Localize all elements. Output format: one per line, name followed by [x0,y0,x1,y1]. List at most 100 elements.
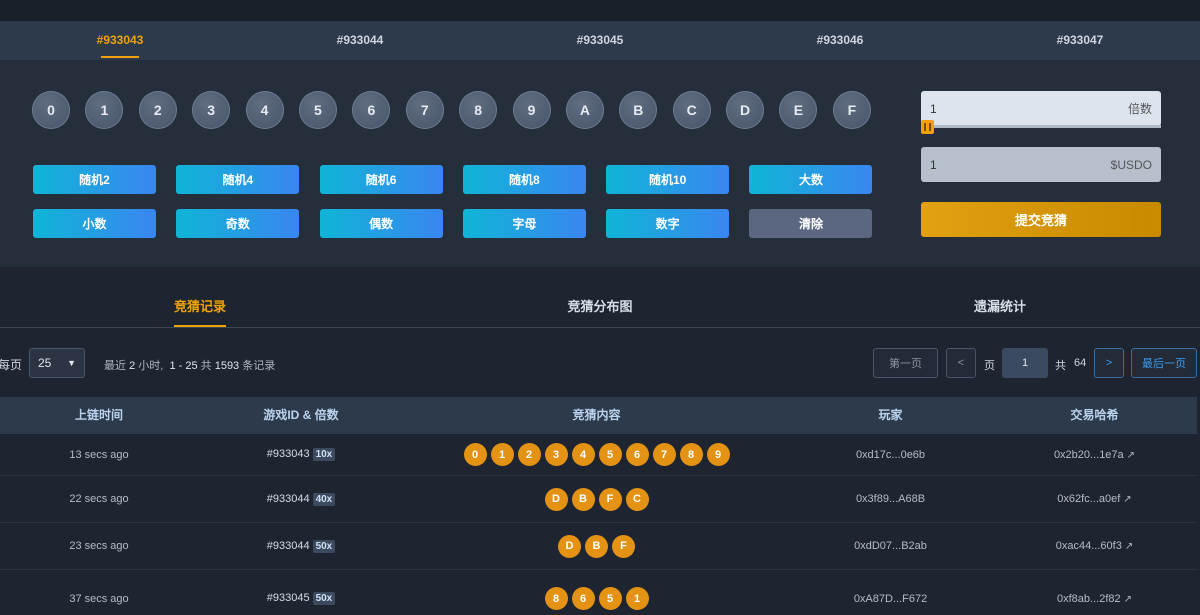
row-tx-hash[interactable]: 0xf8ab...2f82 [1057,593,1121,605]
digit-ball[interactable]: D [726,91,765,129]
record-tab[interactable]: 竞猜记录 [0,289,400,327]
top-strip [0,0,1200,21]
multiplier-suffix: 倍数 [1127,102,1152,116]
digit-ball[interactable]: 4 [245,91,284,129]
digit-ball[interactable]: 0 [32,91,70,129]
per-page-select[interactable]: 25 ▼ [29,348,85,378]
row-game-id[interactable]: #933043 [267,448,310,460]
quick-select-button[interactable]: 大数 [749,165,873,194]
row-bet-content: 8651 [404,587,789,610]
quick-select-button[interactable]: 小数 [33,209,156,238]
page-number-input[interactable]: 1 [1002,348,1048,378]
external-link-icon[interactable]: ↗ [1124,594,1132,605]
digit-ball[interactable]: 9 [512,91,551,129]
digit-ball[interactable]: 2 [138,91,177,129]
quick-select-button[interactable]: 随机2 [33,165,156,194]
row-multiplier-badge: 40x [312,492,336,506]
row-multiplier-badge: 50x [312,539,336,553]
table-row: 23 secs ago #933044 50x D B F 0xdD07...B2ab 0xa… [0,523,1197,570]
quick-select-button[interactable]: 随机10 [606,165,730,194]
row-tx-hash-cell: 0xf8ab...2f82 ↗ [992,593,1197,605]
bet-ball: C [625,487,649,511]
quick-select-button[interactable]: 随机8 [462,165,586,194]
prev-page-button[interactable]: < [946,348,976,378]
row-game-id[interactable]: #933044 [267,540,310,552]
game-tab[interactable]: #933043 [0,21,240,60]
bet-ball: F [598,487,622,511]
game-tab[interactable]: #933045 [480,21,720,60]
row-player[interactable]: 0xd17c...0e6b [789,449,992,461]
digit-picker: 0123456789ABCDEF [32,91,871,129]
row-player[interactable]: 0x3f89...A68B [789,493,992,505]
header-time[interactable]: 上链时间 [0,397,198,434]
quick-select-button[interactable]: 奇数 [176,209,300,238]
external-link-icon[interactable]: ↗ [1123,494,1131,505]
record-tab[interactable]: 竞猜分布图 [400,289,800,327]
row-tx-hash-cell: 0xac44...60f3 ↗ [992,540,1197,552]
amount-suffix: $USDO [1110,157,1152,172]
submit-bet-button[interactable]: 提交竞猜 [921,202,1161,237]
digit-ball[interactable]: 3 [192,91,231,129]
external-link-icon[interactable]: ↗ [1127,450,1135,461]
multiplier-field[interactable]: 1 倍数 [921,91,1161,126]
digit-ball[interactable]: A [565,91,604,129]
record-tab[interactable]: 遗漏统计 [800,289,1200,327]
range-total: 1593 [214,360,240,372]
bet-ball: 8 [544,587,568,610]
bet-ball: 5 [598,443,622,466]
row-game-id[interactable]: #933045 [267,592,310,604]
digit-ball[interactable]: 1 [85,91,124,129]
amount-value: 1 [930,157,937,172]
digit-ball[interactable]: 7 [405,91,444,129]
row-tx-hash[interactable]: 0xac44...60f3 [1056,540,1122,552]
digit-ball[interactable]: 6 [352,91,391,129]
amount-field[interactable]: 1 $USDO [921,147,1161,182]
per-page-value: 25 [38,356,52,370]
quick-select-button[interactable]: 数字 [606,209,730,238]
row-bet-content: DBFC [404,487,789,511]
row-game-id-cell: #933044 50x [198,539,404,553]
multiplier-slider-track[interactable] [921,125,1161,128]
external-link-icon[interactable]: ↗ [1125,541,1133,552]
row-game-id-cell: #933044 40x [198,492,404,506]
quick-select-button[interactable]: 随机4 [176,165,300,194]
table-row: 37 secs ago #933045 50x 8 6 5 1 0xA87D...F672 0x… [0,570,1197,615]
bet-ball: 3 [544,443,568,466]
digit-ball[interactable]: B [619,91,658,129]
pager-bar: 每页 25 ▼ 最近 2 小时, 1 - 25 共 1593 条记录 第一页 <… [0,348,1200,378]
quick-select-button[interactable]: 随机6 [319,165,443,194]
bet-ball: 0 [463,443,487,466]
quick-select-button[interactable]: 偶数 [319,209,443,238]
header-player: 玩家 [878,408,903,422]
row-player[interactable]: 0xdD07...B2ab [789,540,992,552]
header-game-id[interactable]: 游戏ID & 倍数 [198,397,404,434]
bet-ball: 2 [517,443,541,466]
digit-ball[interactable]: C [672,91,711,129]
last-page-button[interactable]: 最后一页 [1131,348,1197,378]
row-game-id-cell: #933043 10x [198,448,404,461]
next-page-button[interactable]: > [1094,348,1124,378]
row-player[interactable]: 0xA87D...F672 [789,593,992,605]
total-pages: 64 [1074,357,1087,369]
row-tx-hash[interactable]: 0x2b20...1e7a [1054,449,1124,461]
quick-select-button[interactable]: 清除 [749,209,873,238]
bet-ball: 7 [652,443,676,466]
bet-ball: F [612,534,635,558]
game-tab[interactable]: #933044 [240,21,480,60]
range-total-label: 共 [200,360,212,372]
row-game-id[interactable]: #933044 [267,493,310,505]
digit-ball[interactable]: 8 [459,91,498,129]
total-pages-label: 共 [1055,360,1066,372]
row-tx-hash[interactable]: 0x62fc...a0ef [1057,493,1120,505]
multiplier-value: 1 [930,101,937,116]
slider-handle-icon[interactable] [921,120,934,134]
header-bet-content: 竞猜内容 [572,408,621,422]
digit-ball[interactable]: E [779,91,818,129]
digit-ball[interactable]: 5 [298,91,337,129]
game-tab[interactable]: #933046 [720,21,960,60]
game-tab[interactable]: #933047 [960,21,1200,60]
digit-ball[interactable]: F [832,91,871,129]
record-range-info: 最近 2 小时, 1 - 25 共 1593 条记录 [104,357,275,373]
first-page-button[interactable]: 第一页 [873,348,938,378]
quick-select-button[interactable]: 字母 [462,209,586,238]
